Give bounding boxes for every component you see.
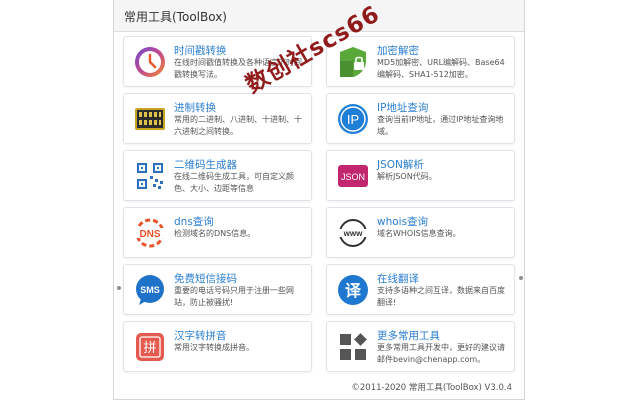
tool-title: 时间戳转换 bbox=[174, 45, 227, 57]
scroll-indicator-dot bbox=[519, 276, 523, 280]
svg-text:www: www bbox=[343, 229, 363, 238]
tool-title: 二维码生成器 bbox=[174, 159, 237, 171]
tool-card-whois[interactable]: www whois查询 域名WHOIS信息查询。 bbox=[326, 207, 515, 258]
tool-title: IP地址查询 bbox=[377, 102, 429, 114]
svg-text:DNS: DNS bbox=[139, 229, 160, 240]
tool-desc: MD5加解密、URL编解码、Base64编解码、SHA1-512加密。 bbox=[377, 58, 505, 79]
tool-desc: 支持多语种之间互译，数据来自百度翻译! bbox=[377, 286, 505, 307]
svg-text:拼: 拼 bbox=[143, 341, 156, 356]
tool-desc: 常用汉字转换成拼音。 bbox=[174, 343, 254, 352]
tool-desc: 解析JSON代码。 bbox=[377, 172, 437, 181]
tool-title: whois查询 bbox=[377, 216, 429, 228]
tool-desc: 在线二维码生成工具，可自定义颜色、大小、边距等信息 bbox=[174, 172, 294, 193]
tool-card-encrypt[interactable]: 加密解密 MD5加解密、URL编解码、Base64编解码、SHA1-512加密。 bbox=[326, 36, 515, 87]
tool-card-radix[interactable]: 进制转换 常用的二进制、八进制、十进制、十六进制之间转换。 bbox=[123, 93, 312, 144]
tool-title: 汉字转拼音 bbox=[174, 330, 227, 342]
binary-board-icon bbox=[133, 102, 167, 136]
tool-card-ip[interactable]: IP IP地址查询 查询当前IP地址，通过IP地址查询地域。 bbox=[326, 93, 515, 144]
panel-title: 常用工具(ToolBox) bbox=[124, 10, 227, 24]
ip-icon: IP bbox=[336, 102, 370, 136]
tool-card-more[interactable]: 更多常用工具 更多常用工具开发中，更好的建议请邮件bevin@chenapp.c… bbox=[326, 321, 515, 372]
more-tools-icon bbox=[336, 330, 370, 364]
tool-desc: 重要的电话号码只用于注册一些网站，防止被骚扰! bbox=[174, 286, 294, 307]
tool-card-pinyin[interactable]: 拼 汉字转拼音 常用汉字转换成拼音。 bbox=[123, 321, 312, 372]
tool-card-sms[interactable]: SMS 免费短信接码 重要的电话号码只用于注册一些网站，防止被骚扰! bbox=[123, 264, 312, 315]
svg-text:SMS: SMS bbox=[140, 285, 160, 295]
tool-desc: 域名WHOIS信息查询。 bbox=[377, 229, 461, 238]
json-icon: JSON bbox=[336, 159, 370, 193]
tool-card-dns[interactable]: DNS dns查询 检测域名的DNS信息。 bbox=[123, 207, 312, 258]
scroll-indicator-dot bbox=[117, 286, 121, 290]
www-icon: www bbox=[336, 216, 370, 250]
tool-card-translate[interactable]: 译 在线翻译 支持多语种之间互译，数据来自百度翻译! bbox=[326, 264, 515, 315]
tool-desc: 查询当前IP地址，通过IP地址查询地域。 bbox=[377, 115, 504, 136]
sms-icon: SMS bbox=[133, 273, 167, 307]
pinyin-icon: 拼 bbox=[133, 330, 167, 364]
svg-text:译: 译 bbox=[345, 281, 362, 300]
tool-card-qrcode[interactable]: 二维码生成器 在线二维码生成工具，可自定义颜色、大小、边距等信息 bbox=[123, 150, 312, 201]
dns-icon: DNS bbox=[133, 216, 167, 250]
tool-title: 更多常用工具 bbox=[377, 330, 440, 342]
translate-icon: 译 bbox=[336, 273, 370, 307]
svg-text:JSON: JSON bbox=[341, 172, 365, 182]
footer-copyright: ©2011-2020 常用工具(ToolBox) V3.0.4 bbox=[351, 383, 512, 393]
tool-title: 进制转换 bbox=[174, 102, 216, 114]
tool-title: 免费短信接码 bbox=[174, 273, 237, 285]
clock-icon bbox=[133, 45, 167, 79]
tool-desc: 检测域名的DNS信息。 bbox=[174, 229, 256, 238]
svg-text:IP: IP bbox=[347, 112, 359, 127]
tool-title: 加密解密 bbox=[377, 45, 419, 57]
qrcode-icon bbox=[133, 159, 167, 193]
shield-lock-icon bbox=[336, 45, 370, 79]
tool-desc: 常用的二进制、八进制、十进制、十六进制之间转换。 bbox=[174, 115, 302, 136]
tool-title: dns查询 bbox=[174, 216, 214, 228]
tool-desc: 更多常用工具开发中，更好的建议请邮件bevin@chenapp.com。 bbox=[377, 343, 505, 364]
tool-card-json[interactable]: JSON JSON解析 解析JSON代码。 bbox=[326, 150, 515, 201]
tools-grid: 时间戳转换 在线时间戳值转换及各种语言下时间戳转换写法。 加密解密 MD5加解密… bbox=[123, 36, 515, 376]
tool-title: 在线翻译 bbox=[377, 273, 419, 285]
tool-title: JSON解析 bbox=[377, 159, 424, 171]
